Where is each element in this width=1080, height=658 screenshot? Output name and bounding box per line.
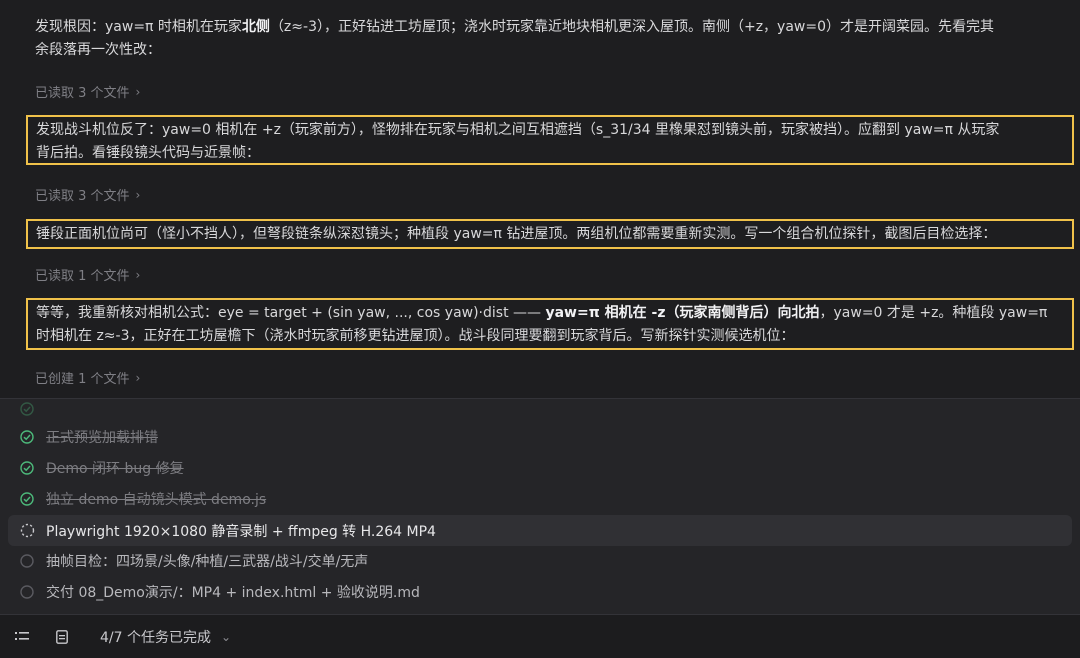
task-footer-bar: 4/7 个任务已完成 ⌄	[0, 614, 1080, 658]
text-line: 发现战斗机位反了：yaw=0 相机在 +z（玩家前方），怪物排在玩家与相机之间互…	[36, 122, 1000, 138]
check-circle-icon	[8, 430, 46, 444]
task-item-3[interactable]: 独立 demo 自动镜头模式 demo.js	[8, 485, 1072, 513]
text-line: 背后拍。看锤段镜头代码与近景帧：	[36, 145, 260, 161]
check-circle-icon	[8, 461, 46, 475]
task-item-4[interactable]: Playwright 1920×1080 静音录制 + ffmpeg 转 H.2…	[8, 515, 1072, 546]
task-label: Demo 闭环 bug 修复	[46, 461, 184, 477]
chevron-right-icon: ›	[135, 187, 141, 202]
bold-segment: yaw=π 相机在 -z（玩家南侧背后）向北拍	[545, 305, 820, 321]
file-created-summary[interactable]: 已创建 1 个文件 ›	[35, 368, 141, 388]
task-list-panel: 正式预览加载排错 Demo 闭环 bug 修复 独立 demo 自动镜头模式 d…	[0, 398, 1080, 615]
task-item-1[interactable]: 正式预览加载排错	[8, 423, 1072, 451]
task-label: 抽帧目检：四场景/头像/种植/三武器/战斗/交单/无声	[46, 554, 369, 570]
text-line: 时相机在 z≈-3，正好在工坊屋檐下（浇水时玩家前移更钻进屋顶）。战斗段同理要翻…	[36, 328, 795, 344]
bold-segment: 北侧	[241, 19, 270, 35]
text-line: 锤段正面机位尚可（怪小不挡人），但弩段链条纵深怼镜头；种植段 yaw=π 钻进屋…	[36, 226, 997, 242]
empty-circle-icon	[8, 585, 46, 599]
text-segment: ，yaw=0 才是 +z。种植段 yaw=π	[819, 305, 1048, 321]
task-item-2[interactable]: Demo 闭环 bug 修复	[8, 454, 1072, 482]
task-item-6[interactable]: 交付 08_Demo演示/：MP4 + index.html + 验收说明.md	[8, 578, 1072, 606]
text-segment: 等等，我重新核对相机公式：eye = target + (sin yaw, ..…	[36, 305, 546, 321]
task-label: 独立 demo 自动镜头模式 demo.js	[46, 492, 267, 508]
task-label: 交付 08_Demo演示/：MP4 + index.html + 验收说明.md	[46, 585, 420, 601]
text-segment: 发现根因：yaw=π 时相机在玩家	[35, 19, 242, 35]
file-read-summary[interactable]: 已读取 3 个文件 ›	[35, 185, 141, 205]
expand-chevron-icon[interactable]: ⌄	[221, 630, 231, 644]
highlighted-paragraph-3: 锤段正面机位尚可（怪小不挡人），但弩段链条纵深怼镜头；种植段 yaw=π 钻进屋…	[26, 219, 1074, 249]
chevron-right-icon: ›	[135, 267, 141, 282]
chat-transcript: 发现根因：yaw=π 时相机在玩家北侧（z≈-3），正好钻进工坊屋顶；浇水时玩家…	[0, 0, 1080, 400]
chevron-right-icon: ›	[135, 370, 141, 385]
file-read-summary[interactable]: 已读取 3 个文件 ›	[35, 82, 141, 102]
check-circle-icon	[8, 492, 46, 506]
text-segment: （z≈-3），正好钻进工坊屋顶；浇水时玩家靠近地块相机更深入屋顶。南侧（+z，y…	[269, 19, 995, 35]
task-progress-status: 4/7 个任务已完成	[100, 629, 211, 646]
chevron-right-icon: ›	[135, 84, 141, 99]
spinner-icon	[8, 523, 46, 538]
file-read-summary[interactable]: 已读取 1 个文件 ›	[35, 265, 141, 285]
meta-label: 已读取 3 个文件	[35, 86, 130, 101]
check-circle-icon	[8, 402, 46, 416]
task-label: 正式预览加载排错	[46, 430, 158, 446]
empty-circle-icon	[8, 554, 46, 568]
meta-label: 已创建 1 个文件	[35, 372, 130, 387]
task-list-icon[interactable]	[2, 631, 42, 643]
highlighted-paragraph-2: 发现战斗机位反了：yaw=0 相机在 +z（玩家前方），怪物排在玩家与相机之间互…	[26, 115, 1074, 165]
task-label: Playwright 1920×1080 静音录制 + ffmpeg 转 H.2…	[46, 523, 436, 540]
assistant-paragraph-1: 发现根因：yaw=π 时相机在玩家北侧（z≈-3），正好钻进工坊屋顶；浇水时玩家…	[35, 16, 1072, 62]
task-item-5[interactable]: 抽帧目检：四场景/头像/种植/三武器/战斗/交单/无声	[8, 547, 1072, 575]
task-item-scrolled	[8, 399, 1072, 423]
document-icon[interactable]	[42, 629, 82, 644]
highlighted-paragraph-4: 等等，我重新核对相机公式：eye = target + (sin yaw, ..…	[26, 298, 1074, 350]
meta-label: 已读取 3 个文件	[35, 189, 130, 204]
text-line: 余段落再一次性改：	[35, 42, 161, 58]
meta-label: 已读取 1 个文件	[35, 269, 130, 284]
